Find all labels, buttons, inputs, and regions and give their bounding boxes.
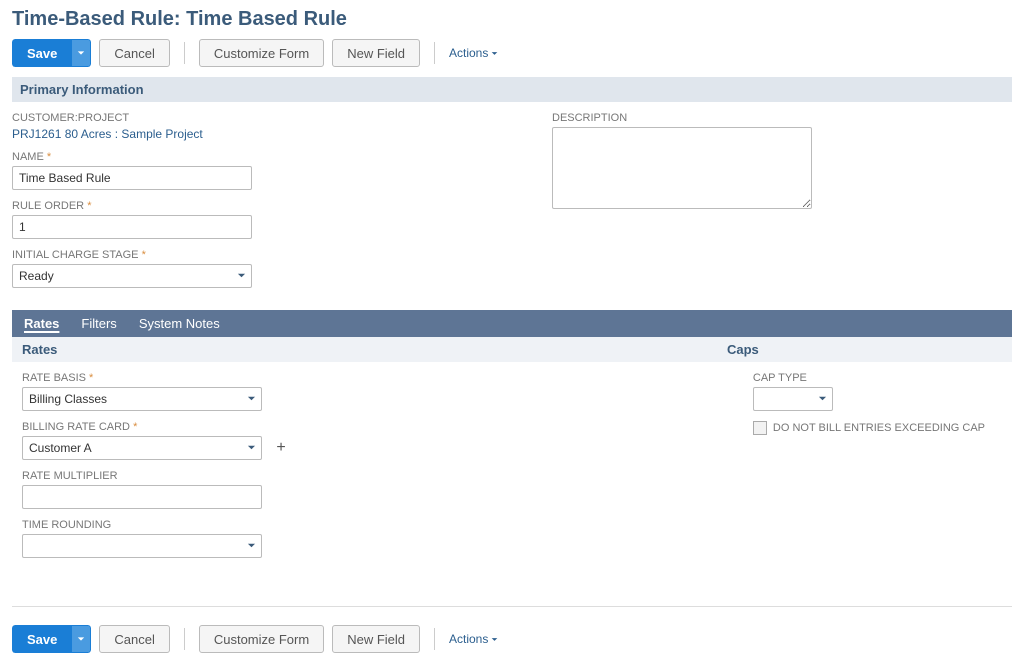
cancel-button[interactable]: Cancel <box>99 39 169 67</box>
new-field-button[interactable]: New Field <box>332 39 420 67</box>
toolbar-divider <box>434 42 435 64</box>
subheaders-row: Rates Caps <box>12 337 1012 362</box>
bottom-toolbar: Save Cancel Customize Form New Field Act… <box>12 625 1012 653</box>
toolbar-divider <box>434 628 435 650</box>
billing-rate-card-label: BILLING RATE CARD * <box>22 421 713 433</box>
rule-order-input[interactable] <box>12 215 252 239</box>
actions-label: Actions <box>449 46 488 60</box>
caret-down-icon <box>491 50 498 57</box>
name-input[interactable] <box>12 166 252 190</box>
save-split-button: Save <box>12 39 91 67</box>
actions-menu-link-bottom[interactable]: Actions <box>449 632 498 646</box>
page-title: Time-Based Rule: Time Based Rule <box>12 8 1012 31</box>
primary-info-columns: CUSTOMER:PROJECT PRJ1261 80 Acres : Samp… <box>12 112 1012 298</box>
customize-form-button-bottom[interactable]: Customize Form <box>199 625 324 653</box>
tabs-bar: Rates Filters System Notes <box>12 310 1012 337</box>
caret-down-icon <box>77 49 85 57</box>
tab-rates[interactable]: Rates <box>24 316 59 331</box>
rate-basis-select[interactable] <box>22 387 262 411</box>
section-header-primary-info: Primary Information <box>12 77 1012 102</box>
new-field-button-bottom[interactable]: New Field <box>332 625 420 653</box>
caret-down-icon <box>491 636 498 643</box>
subheader-rates: Rates <box>12 337 717 362</box>
save-dropdown-caret-bottom[interactable] <box>71 625 91 653</box>
rate-basis-label: RATE BASIS * <box>22 372 713 384</box>
initial-charge-stage-label: INITIAL CHARGE STAGE * <box>12 249 512 261</box>
cap-type-label: CAP TYPE <box>753 372 1002 384</box>
rule-order-label: RULE ORDER * <box>12 200 512 212</box>
subheader-caps: Caps <box>717 337 1012 362</box>
rates-body: RATE BASIS * BILLING RATE CARD * + RATE … <box>12 362 1012 588</box>
add-billing-rate-card-button[interactable]: + <box>270 437 292 459</box>
description-label: DESCRIPTION <box>552 112 962 124</box>
tab-system-notes[interactable]: System Notes <box>139 316 220 331</box>
save-button-bottom[interactable]: Save <box>12 625 71 653</box>
actions-label-bottom: Actions <box>449 632 488 646</box>
do-not-bill-checkbox[interactable] <box>753 421 767 435</box>
rate-multiplier-label: RATE MULTIPLIER <box>22 470 713 482</box>
do-not-bill-label: DO NOT BILL ENTRIES EXCEEDING CAP <box>773 422 985 434</box>
save-split-button-bottom: Save <box>12 625 91 653</box>
time-rounding-select[interactable] <box>22 534 262 558</box>
description-textarea[interactable] <box>552 127 812 209</box>
customer-project-label: CUSTOMER:PROJECT <box>12 112 512 124</box>
save-dropdown-caret[interactable] <box>71 39 91 67</box>
customer-project-link[interactable]: PRJ1261 80 Acres : Sample Project <box>12 127 203 141</box>
cap-type-select[interactable] <box>753 387 833 411</box>
save-button[interactable]: Save <box>12 39 71 67</box>
rate-multiplier-input[interactable] <box>22 485 262 509</box>
separator <box>12 606 1012 607</box>
toolbar-divider <box>184 42 185 64</box>
cancel-button-bottom[interactable]: Cancel <box>99 625 169 653</box>
billing-rate-card-select[interactable] <box>22 436 262 460</box>
top-toolbar: Save Cancel Customize Form New Field Act… <box>12 39 1012 67</box>
tab-filters[interactable]: Filters <box>81 316 116 331</box>
name-label: NAME * <box>12 151 512 163</box>
customize-form-button[interactable]: Customize Form <box>199 39 324 67</box>
caret-down-icon <box>77 635 85 643</box>
time-rounding-label: TIME ROUNDING <box>22 519 713 531</box>
initial-charge-stage-select[interactable] <box>12 264 252 288</box>
toolbar-divider <box>184 628 185 650</box>
actions-menu-link[interactable]: Actions <box>449 46 498 60</box>
